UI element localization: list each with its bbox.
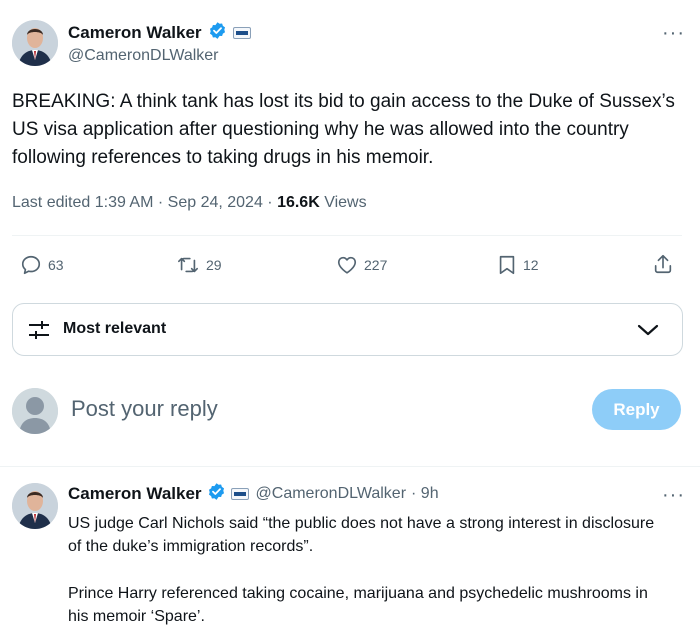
affiliate-logo-icon[interactable]: [230, 488, 249, 500]
reply-author-name[interactable]: Cameron Walker: [68, 484, 202, 504]
author-handle[interactable]: @CameronDLWalker: [68, 47, 219, 65]
reply-author-avatar[interactable]: [12, 483, 58, 529]
current-user-avatar[interactable]: [12, 388, 58, 434]
tweet-text: BREAKING: A think tank has lost its bid …: [12, 91, 675, 168]
reply-action[interactable]: 63: [20, 254, 64, 276]
author-avatar[interactable]: [12, 20, 58, 66]
repost-action[interactable]: 29: [176, 254, 222, 276]
share-action[interactable]: [652, 253, 674, 275]
author-name-row: Cameron Walker: [68, 21, 251, 45]
reply-button[interactable]: Reply: [592, 389, 681, 430]
reply-count: 63: [48, 257, 64, 273]
reply-sort-dropdown[interactable]: Most relevant: [12, 303, 683, 356]
more-options-icon[interactable]: ···: [662, 22, 685, 45]
repost-count: 29: [206, 257, 222, 273]
reply-icon: [21, 255, 41, 275]
edited-timestamp[interactable]: Last edited 1:39 AM · Sep 24, 2024 ·: [12, 194, 277, 211]
divider: [12, 235, 682, 236]
heart-icon: [337, 256, 357, 274]
reply-more-options-icon[interactable]: ···: [662, 484, 685, 507]
bookmark-action[interactable]: 12: [497, 254, 539, 276]
filter-sliders-icon: [27, 319, 51, 346]
reply-author-handle[interactable]: @CameronDLWalker: [256, 485, 407, 503]
chevron-down-icon: [637, 322, 659, 343]
reply-paragraph-2: Prince Harry referenced taking cocaine, …: [68, 585, 648, 625]
author-name[interactable]: Cameron Walker: [68, 23, 202, 43]
bookmark-icon: [499, 255, 515, 275]
like-action[interactable]: 227: [336, 254, 387, 276]
tweet-meta: Last edited 1:39 AM · Sep 24, 2024 · 16.…: [12, 194, 367, 212]
reply-input[interactable]: Post your reply: [71, 396, 218, 422]
share-icon: [654, 254, 672, 274]
reply-paragraph-1: US judge Carl Nichols said “the public d…: [68, 515, 655, 555]
reply-time[interactable]: · 9h: [411, 485, 439, 503]
divider: [0, 466, 700, 467]
verified-badge-icon[interactable]: [208, 21, 227, 45]
views-count: 16.6K: [277, 194, 320, 211]
like-count: 227: [364, 257, 388, 273]
reply-author-row: Cameron Walker @CameronDLWalker · 9h: [68, 483, 439, 505]
sort-label: Most relevant: [63, 320, 167, 337]
views-label: Views: [319, 194, 367, 211]
verified-badge-icon[interactable]: [207, 482, 226, 506]
repost-icon: [178, 257, 198, 273]
bookmark-count: 12: [523, 257, 539, 273]
affiliate-logo-icon[interactable]: [232, 27, 251, 39]
